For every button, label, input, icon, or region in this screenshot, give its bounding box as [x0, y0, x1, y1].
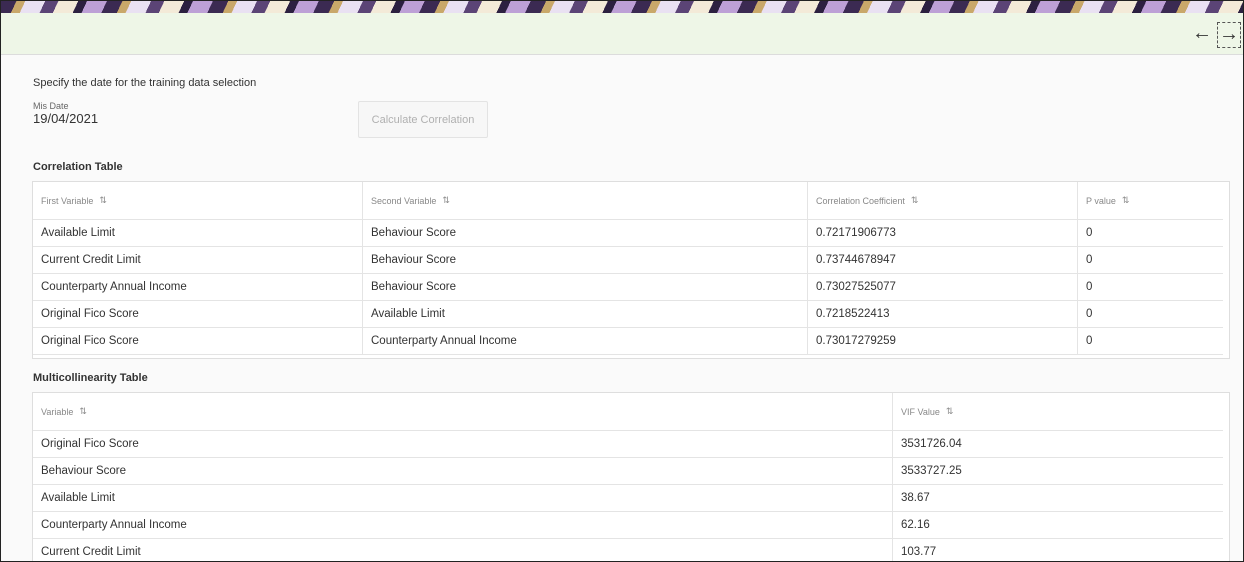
sort-icon[interactable]: ⇅: [442, 195, 449, 206]
sort-icon[interactable]: ⇅: [79, 406, 86, 417]
cell-p-value: 0: [1086, 226, 1093, 239]
table-row[interactable]: Current Credit Limit 103.77: [33, 538, 1223, 561]
cell-variable: Counterparty Annual Income: [33, 511, 893, 538]
col-header-label: P value: [1086, 195, 1116, 206]
back-arrow-icon[interactable]: ←: [1191, 22, 1213, 46]
table-row[interactable]: Available Limit 38.67: [33, 484, 1223, 512]
cell-vif-value: 38.67: [901, 491, 930, 504]
table-row[interactable]: Original Fico Score Counterparty Annual …: [33, 327, 1223, 355]
cell-p-value: 0: [1086, 253, 1093, 266]
mis-date-field[interactable]: 19/04/2021: [33, 111, 98, 126]
cell-correlation-coefficient: 0.7218522413: [808, 300, 1078, 327]
cell-variable: Available Limit: [33, 484, 893, 511]
app-window: ← → Specify the date for the training da…: [0, 0, 1244, 562]
table-row[interactable]: Original Fico Score 3531726.04: [33, 430, 1223, 458]
cell-first-variable: Available Limit: [33, 219, 363, 246]
table-row[interactable]: Counterparty Annual Income Behaviour Sco…: [33, 273, 1223, 301]
cell-variable: Original Fico Score: [33, 430, 893, 457]
cell-p-value: 0: [1086, 307, 1093, 320]
cell-p-value: 0: [1086, 280, 1093, 293]
col-header-first-variable[interactable]: First Variable ⇅: [33, 182, 363, 219]
col-header-p-value[interactable]: P value ⇅: [1078, 182, 1223, 219]
col-header-label: Second Variable: [371, 195, 437, 206]
col-header-variable[interactable]: Variable ⇅: [33, 393, 893, 430]
table-row[interactable]: Original Fico Score Available Limit 0.72…: [33, 300, 1223, 328]
cell-vif-value: 3533727.25: [901, 464, 962, 477]
cell-correlation-coefficient: 0.72171906773: [808, 219, 1078, 246]
calculate-correlation-button[interactable]: Calculate Correlation: [358, 101, 488, 138]
table-row[interactable]: Current Credit Limit Behaviour Score 0.7…: [33, 246, 1223, 274]
cell-variable: Behaviour Score: [33, 457, 893, 484]
cell-second-variable: Counterparty Annual Income: [363, 327, 808, 354]
col-header-label: Variable: [41, 406, 74, 417]
sort-icon[interactable]: ⇅: [911, 195, 918, 206]
col-header-second-variable[interactable]: Second Variable ⇅: [363, 182, 808, 219]
cell-first-variable: Current Credit Limit: [33, 246, 363, 273]
cell-vif-value: 103.77: [901, 545, 937, 558]
top-toolbar: ← →: [1, 13, 1243, 55]
table-row[interactable]: Counterparty Annual Income 62.16: [33, 511, 1223, 539]
sort-icon[interactable]: ⇅: [946, 406, 953, 417]
cell-second-variable: Behaviour Score: [363, 273, 808, 300]
cell-vif-value: 3531726.04: [901, 437, 962, 450]
multicollinearity-table-header: Variable ⇅ VIF Value ⇅: [33, 393, 1223, 431]
col-header-correlation-coefficient[interactable]: Correlation Coefficient ⇅: [808, 182, 1078, 219]
sort-icon[interactable]: ⇅: [99, 195, 106, 206]
cell-correlation-coefficient: 0.730275250​77: [808, 273, 1078, 300]
table-row[interactable]: Behaviour Score 3533727.25: [33, 457, 1223, 485]
sort-icon[interactable]: ⇅: [1122, 195, 1129, 206]
cell-vif-value: 62.16: [901, 518, 930, 531]
cell-variable: Current Credit Limit: [33, 538, 893, 561]
cell-first-variable: Original Fico Score: [33, 300, 363, 327]
col-header-label: Correlation Coefficient: [816, 195, 905, 206]
forward-arrow-icon[interactable]: →: [1217, 22, 1241, 48]
mis-date-label: Mis Date: [33, 101, 69, 111]
cell-correlation-coefficient: 0.73017279259: [808, 327, 1078, 354]
cell-second-variable: Available Limit: [363, 300, 808, 327]
col-header-label: First Variable: [41, 195, 94, 206]
date-instruction: Specify the date for the training data s…: [33, 77, 257, 89]
correlation-table: First Variable ⇅ Second Variable ⇅ Correla…: [32, 181, 1230, 359]
correlation-table-title: Correlation Table: [33, 161, 123, 173]
cell-first-variable: Original Fico Score: [33, 327, 363, 354]
header-decorative-banner: [1, 1, 1243, 13]
multicollinearity-table-title: Multicollinearity Table: [33, 372, 148, 384]
col-header-label: VIF Value: [901, 406, 940, 417]
col-header-vif-value[interactable]: VIF Value ⇅: [893, 393, 1223, 430]
cell-second-variable: Behaviour Score: [363, 219, 808, 246]
correlation-table-header: First Variable ⇅ Second Variable ⇅ Correla…: [33, 182, 1223, 220]
cell-first-variable: Counterparty Annual Income: [33, 273, 363, 300]
cell-second-variable: Behaviour Score: [363, 246, 808, 273]
table-row[interactable]: Available Limit Behaviour Score 0.721719…: [33, 219, 1223, 247]
main-content: Specify the date for the training data s…: [1, 55, 1243, 561]
multicollinearity-table[interactable]: Variable ⇅ VIF Value ⇅ Original Fico Score…: [32, 392, 1230, 561]
cell-p-value: 0: [1086, 334, 1093, 347]
cell-correlation-coefficient: 0.73744678947: [808, 246, 1078, 273]
